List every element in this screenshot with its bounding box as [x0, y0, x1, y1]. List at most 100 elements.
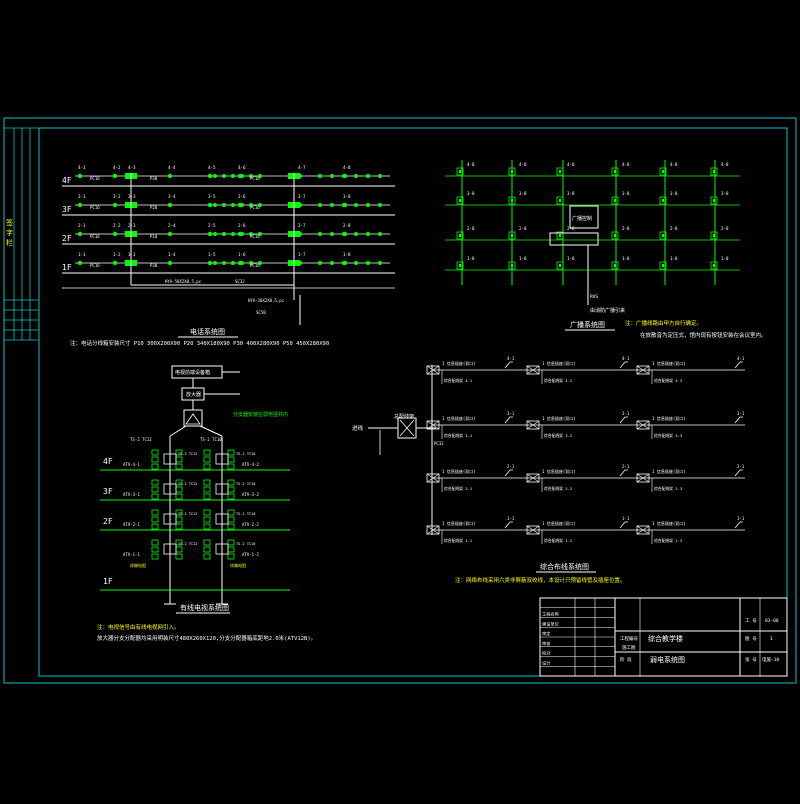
phone-outlet-icon [167, 173, 173, 179]
phone-outlet-label: 4-4 [168, 165, 176, 170]
phone-outlet-label: 1-5 [208, 252, 216, 257]
tv-outlet-label: ATV-3-2 [242, 492, 259, 497]
speaker-label: 2-8 [721, 226, 729, 231]
phone-box-label: P30 [150, 263, 158, 268]
network-item-label: 1 信息插座(双口) [542, 520, 576, 526]
network-sub-label: 综合配线架 2-2 [544, 486, 572, 491]
phone-outlet-label: 3-3 [128, 194, 136, 199]
phone-outlet-icon [231, 174, 235, 178]
tv-tag: TS-2 TC12 [178, 452, 197, 456]
tv-outlet-icon [151, 553, 159, 560]
network-sub-label: 综合配线架 3-3 [654, 433, 682, 438]
tv-outlet-icon [227, 539, 235, 546]
tv-outlet-icon [203, 449, 211, 456]
phone-outlet-icon [207, 231, 213, 237]
network-sub-label: 综合配线架 3-1 [444, 433, 473, 438]
title-row-label: 建设单位 [542, 620, 559, 627]
network-title: 综合布线系统图 [540, 562, 589, 571]
title-drawing: 弱电系统图 [650, 655, 685, 664]
speaker-label: 4-8 [467, 162, 475, 167]
tv-outlet-icon [227, 546, 235, 553]
phone-title: 电话系统图 [190, 327, 225, 336]
phone-outlet-icon [240, 261, 244, 265]
speaker-icon-core [459, 199, 461, 202]
phone-outlet-label: 4-7 [298, 165, 306, 170]
broadcast-source: 由消防广播引来 [590, 307, 625, 314]
tv-note-1: 注：电视信号由有线电视网引入。 [97, 623, 180, 631]
phone-cable-label: HYA-50X2X0.5,pc [165, 279, 202, 284]
phone-outlet-icon [112, 231, 118, 237]
tv-outlet-icon [203, 463, 211, 470]
phone-outlet-icon [318, 232, 322, 236]
phone-outlet-icon [318, 261, 322, 265]
tv-outlet-icon [203, 493, 211, 500]
sidebar-text-1: 签 [6, 218, 13, 227]
tv-outlet-icon [175, 546, 183, 553]
speaker-label: 3-8 [567, 191, 575, 196]
phone-outlet-label: 3-4 [168, 194, 176, 199]
tv-outlet-icon [227, 553, 235, 560]
tv-outlet-label: ATV-2-2 [242, 522, 259, 527]
phone-outlet-icon [167, 260, 173, 266]
tv-outlet-icon [227, 486, 235, 493]
tv-branch [169, 425, 187, 437]
phone-cable-label: HYA-20X2X0.5,pc [248, 298, 285, 303]
tv-splitter-note: 分支器安装在弱电竖井内 [233, 411, 288, 418]
tv-note-2: 放大器分支分配器均采用明装尺寸480X260X120,分支分配器箱底距地2.0米… [97, 634, 316, 642]
phone-outlet-label: 2-5 [208, 223, 216, 228]
tv-end-label: 终端电阻 [230, 562, 246, 568]
network-sub-label: 综合配线架 2-1 [444, 486, 473, 491]
speaker-label: 4-8 [721, 162, 729, 167]
phone-outlet-icon [342, 232, 346, 236]
phone-outlet-label: 1-2 [113, 252, 121, 257]
network-outlet-icon [504, 469, 513, 477]
phone-outlet-icon [366, 232, 370, 236]
title-val-num: 1 [770, 636, 773, 642]
tv-outlet-icon [203, 509, 211, 516]
phone-outlet-label: 3-5 [208, 194, 216, 199]
phone-outlet-label: 1-7 [298, 252, 306, 257]
phone-conduit-label: PC16 [90, 234, 100, 239]
tv-outlet-icon [151, 539, 159, 546]
network-outlet-tag: 3-1 [507, 411, 515, 416]
phone-outlet-icon [378, 232, 382, 236]
phone-outlet-icon [167, 231, 173, 237]
phone-outlet-icon [77, 173, 83, 179]
network-item-label: 1 信息插座(双口) [542, 360, 576, 366]
speaker-icon-core [662, 199, 664, 202]
phone-outlet-icon [318, 174, 322, 178]
speaker-icon-core [459, 170, 461, 173]
network-outlet-tag: 2-1 [622, 464, 630, 469]
network-outlet-icon [619, 361, 628, 369]
phone-note: 注：电话分线箱安装尺寸 P10 300X200X90 P20 340X180X9… [70, 339, 329, 347]
phone-outlet-icon [366, 261, 370, 265]
tv-outlet-icon [227, 509, 235, 516]
network-sub-label: 综合配线架 4-3 [654, 378, 682, 383]
speaker-label: 2-8 [519, 226, 527, 231]
speaker-label: 2-8 [622, 226, 630, 231]
phone-outlet-icon [354, 203, 358, 207]
network-entry: 进线 [352, 424, 364, 432]
phone-outlet-icon [77, 231, 83, 237]
phone-outlet-icon [207, 202, 213, 208]
phone-outlet-icon [213, 174, 217, 178]
tv-tag: TS-2 TC12 [178, 482, 197, 486]
phone-outlet-label: 4-1 [78, 165, 86, 170]
phone-outlet-icon [167, 202, 173, 208]
network-outlet-tag: 1-1 [622, 516, 630, 521]
sidebar-text-3: 栏 [6, 238, 13, 247]
speaker-label: 4-8 [622, 162, 630, 167]
phone-outlet-label: 3-7 [298, 194, 306, 199]
network-sub-label: 综合配线架 4-1 [444, 378, 473, 383]
phone-outlet-label: 3-1 [78, 194, 86, 199]
tv-outlet-icon [227, 449, 235, 456]
phone-outlet-icon [231, 203, 235, 207]
tv-outlet-icon [151, 449, 159, 456]
tv-outlet-icon [203, 486, 211, 493]
phone-outlet-icon [318, 203, 322, 207]
tv-outlet-label: ATV-1-1 [123, 552, 140, 557]
phone-outlet-icon [77, 202, 83, 208]
tv-outlet-icon [203, 456, 211, 463]
title-row-label: 设计 [542, 659, 550, 666]
phone-outlet-icon [330, 174, 334, 178]
